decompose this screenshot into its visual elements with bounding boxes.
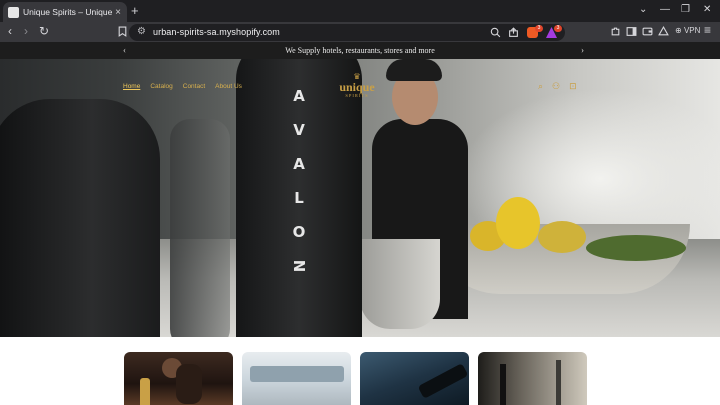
account-icon[interactable]: ⚇ [552, 81, 560, 92]
search-icon[interactable]: ⌕ [538, 81, 543, 92]
tab-close-icon[interactable]: × [113, 7, 123, 18]
nav-catalog-link[interactable]: Catalog [150, 83, 172, 90]
menu-icon[interactable]: ≡ [704, 24, 711, 37]
announcement-text: We Supply hotels, restaurants, stores an… [285, 46, 435, 55]
nav-contact-link[interactable]: Contact [183, 83, 205, 90]
minimize-button[interactable]: — [660, 4, 670, 16]
new-tab-button[interactable]: + [131, 4, 139, 18]
hero-mug [360, 239, 440, 329]
site-logo[interactable]: ♛ unique SPIRITS [332, 73, 382, 99]
bookmark-icon[interactable] [117, 26, 128, 37]
url-text: urban-spirits-sa.myshopify.com [153, 27, 280, 37]
card-image-detail [500, 364, 506, 405]
extensions-icon[interactable] [610, 26, 621, 37]
brave-shields-icon[interactable]: 3 [527, 25, 543, 38]
address-bar[interactable]: ⚙ urban-spirits-sa.myshopify.com 3 3 [129, 24, 565, 41]
tab-search-icon[interactable]: ⌄ [639, 4, 647, 16]
hero-greens [586, 235, 686, 261]
card-image-detail [250, 366, 344, 382]
hero-banner: A V A L O N Home Catalog Contact About U… [0, 59, 720, 337]
vpn-label: VPN [683, 26, 701, 35]
vpn-icon: ⊕ [675, 26, 682, 35]
browser-tab[interactable]: Unique Spirits – Unique Spirits × [3, 2, 127, 22]
bottle-letter: O [292, 223, 306, 241]
site-nav: Home Catalog Contact About Us [123, 83, 242, 90]
reload-button[interactable]: ↻ [39, 25, 49, 38]
tab-title: Unique Spirits – Unique Spirits [23, 7, 113, 17]
header-icons: ⌕ ⚇ ⊡ [538, 81, 577, 92]
leo-ai-icon[interactable] [658, 26, 669, 37]
maximize-button[interactable]: ❐ [681, 4, 690, 16]
bottle-letter: V [293, 121, 305, 139]
collection-card-1[interactable] [124, 352, 233, 405]
bottle-letter: A [293, 155, 305, 173]
favicon-icon [8, 6, 19, 18]
vpn-button[interactable]: ⊕ VPN [675, 26, 700, 35]
wallet-icon[interactable] [642, 26, 653, 37]
nav-home-link[interactable]: Home [123, 83, 140, 90]
forward-button[interactable]: › [24, 25, 28, 38]
bottle-letter: L [294, 189, 304, 207]
nav-about-link[interactable]: About Us [215, 83, 242, 90]
announcement-next-button[interactable]: › [581, 42, 584, 59]
card-image-detail [556, 360, 561, 405]
announcement-prev-button[interactable]: ‹ [123, 42, 126, 59]
sidebar-icon[interactable] [626, 26, 637, 37]
hero-bartender-cap [386, 59, 442, 81]
close-window-button[interactable]: ✕ [703, 4, 711, 16]
hero-lemon [496, 197, 540, 249]
card-image-detail [417, 363, 469, 399]
announcement-bar: ‹ We Supply hotels, restaurants, stores … [0, 42, 720, 59]
shields-badge: 3 [535, 25, 543, 32]
hero-left-bottle [0, 99, 160, 337]
site-info-icon[interactable]: ⚙ [137, 26, 146, 37]
browser-toolbar: ‹ › ↻ ⚙ urban-spirits-sa.myshopify.com 3… [0, 22, 720, 42]
zoom-icon[interactable] [490, 27, 501, 38]
collection-card-3[interactable] [360, 352, 469, 405]
browser-tab-strip: Unique Spirits – Unique Spirits × + ⌄ — … [0, 0, 720, 22]
collection-card-4[interactable] [478, 352, 587, 405]
bottle-lettering: A V A L O N [284, 79, 314, 283]
rewards-badge: 3 [554, 25, 562, 32]
bottle-letter: N [290, 259, 308, 273]
logo-name: unique [339, 80, 375, 94]
collection-list [124, 352, 588, 405]
back-button[interactable]: ‹ [8, 25, 12, 38]
hero-glass [170, 119, 230, 337]
cart-icon[interactable]: ⊡ [569, 81, 577, 92]
collection-card-2[interactable] [242, 352, 351, 405]
card-image-detail [140, 378, 150, 405]
card-image-detail [176, 364, 202, 404]
hero-lemon [538, 221, 586, 253]
share-icon[interactable] [508, 27, 519, 38]
bottle-letter: A [293, 87, 305, 105]
